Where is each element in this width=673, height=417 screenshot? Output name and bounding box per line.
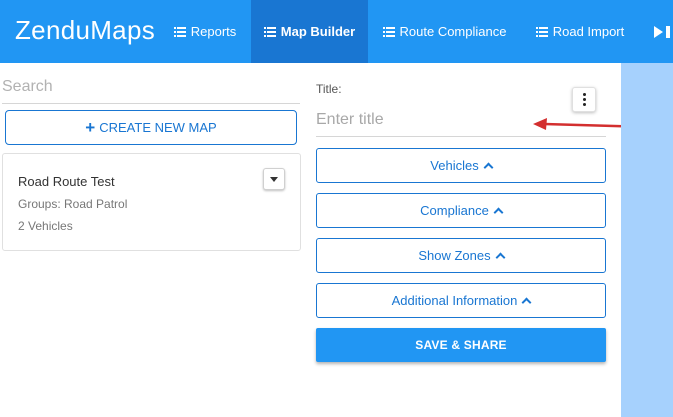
nav-play[interactable] bbox=[654, 0, 673, 63]
show-zones-section-label: Show Zones bbox=[418, 248, 491, 263]
nav-reports-label: Reports bbox=[190, 24, 237, 39]
play-icon-tail bbox=[666, 25, 670, 38]
list-icon bbox=[173, 26, 186, 37]
additional-information-section-label: Additional Information bbox=[391, 293, 518, 308]
kebab-icon-dot bbox=[582, 93, 586, 96]
brand-logo[interactable]: ZenduMaps bbox=[15, 15, 155, 46]
map-vehicle-count: 2 Vehicles bbox=[18, 219, 73, 233]
title-label: Title: bbox=[316, 82, 342, 96]
vehicles-section-label: Vehicles bbox=[430, 158, 479, 173]
compliance-section-button[interactable]: Compliance bbox=[316, 193, 606, 228]
top-nav-bar: ZenduMaps Reports Map Builder Route Comp… bbox=[0, 0, 673, 63]
save-and-share-button[interactable]: SAVE & SHARE bbox=[316, 328, 606, 362]
chevron-up-icon bbox=[495, 252, 506, 263]
nav-road-import-label: Road Import bbox=[552, 24, 625, 39]
create-new-map-button[interactable]: + CREATE NEW MAP bbox=[5, 110, 297, 145]
kebab-icon-dot bbox=[582, 98, 586, 101]
show-zones-section-button[interactable]: Show Zones bbox=[316, 238, 606, 273]
compliance-section-label: Compliance bbox=[420, 203, 489, 218]
search-input[interactable] bbox=[2, 70, 300, 104]
list-icon bbox=[535, 26, 548, 37]
nav-map-builder-label: Map Builder bbox=[280, 24, 356, 39]
list-icon bbox=[382, 26, 395, 37]
nav-map-builder[interactable]: Map Builder bbox=[251, 0, 368, 63]
list-icon bbox=[263, 26, 276, 37]
map-options-dropdown-button[interactable] bbox=[263, 168, 285, 190]
caret-down-icon bbox=[270, 176, 278, 182]
kebab-icon-dot bbox=[582, 103, 586, 106]
play-icon bbox=[654, 25, 663, 38]
chevron-up-icon bbox=[483, 162, 494, 173]
additional-information-section-button[interactable]: Additional Information bbox=[316, 283, 606, 318]
nav-reports[interactable]: Reports bbox=[162, 0, 248, 63]
plus-icon: + bbox=[85, 118, 96, 137]
nav-route-compliance-label: Route Compliance bbox=[399, 24, 507, 39]
vehicles-section-button[interactable]: Vehicles bbox=[316, 148, 606, 183]
map-name: Road Route Test bbox=[18, 174, 115, 189]
create-new-map-label: CREATE NEW MAP bbox=[99, 120, 217, 135]
nav-route-compliance[interactable]: Route Compliance bbox=[372, 0, 517, 63]
nav-road-import[interactable]: Road Import bbox=[524, 0, 636, 63]
chevron-up-icon bbox=[493, 207, 504, 218]
chevron-up-icon bbox=[521, 297, 532, 308]
more-options-button[interactable] bbox=[572, 87, 596, 112]
map-card[interactable]: Road Route Test Groups: Road Patrol 2 Ve… bbox=[2, 153, 301, 251]
map-groups: Groups: Road Patrol bbox=[18, 197, 128, 211]
map-canvas[interactable] bbox=[621, 63, 673, 417]
